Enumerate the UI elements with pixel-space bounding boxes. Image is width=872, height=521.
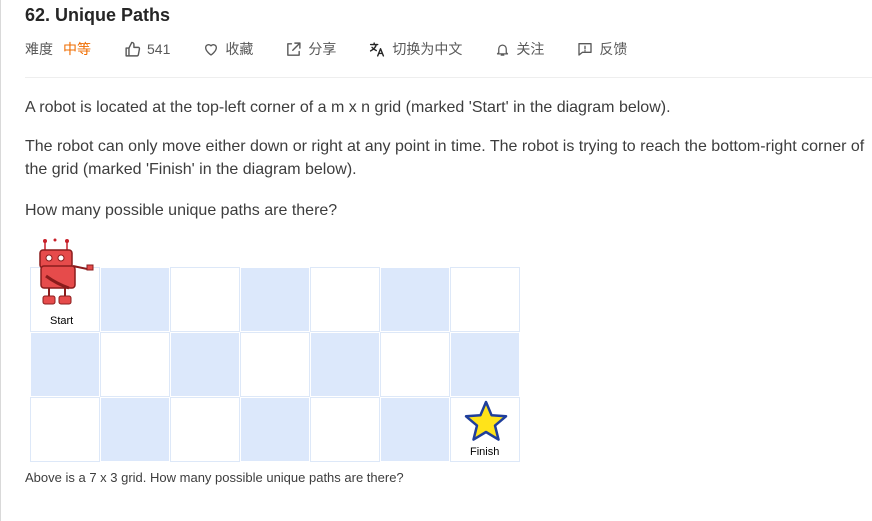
grid-cell <box>30 332 100 397</box>
favorite-label: 收藏 <box>225 41 254 57</box>
problem-title: 62. Unique Paths <box>25 5 171 25</box>
grid-cell <box>310 267 380 332</box>
grid-cell <box>170 332 240 397</box>
header-divider <box>25 77 872 78</box>
follow-button[interactable]: 关注 <box>495 39 544 59</box>
translate-button[interactable]: 切换为中文 <box>368 39 462 59</box>
grid-cell <box>170 267 240 332</box>
difficulty-label: 难度 <box>25 41 53 57</box>
share-label: 分享 <box>308 41 337 57</box>
grid-cell <box>100 332 170 397</box>
description-paragraph-1: A robot is located at the top-left corne… <box>25 99 671 116</box>
grid-cell <box>310 397 380 462</box>
like-button[interactable]: 541 <box>124 41 170 58</box>
difficulty: 难度 中等 <box>25 39 91 59</box>
grid-cell <box>450 267 520 332</box>
feedback-icon <box>577 41 593 57</box>
bell-icon <box>495 42 510 57</box>
grid-cell <box>30 397 100 462</box>
thumbs-up-icon <box>124 41 141 58</box>
feedback-label: 反馈 <box>599 41 628 57</box>
description-paragraph-3: How many possible unique paths are there… <box>25 202 338 219</box>
heart-icon <box>203 41 219 57</box>
robot-icon <box>39 238 94 305</box>
grid-cell <box>380 397 450 462</box>
left-border <box>0 0 1 521</box>
grid-cell <box>380 267 450 332</box>
finish-label: Finish <box>470 446 500 458</box>
grid-cell <box>100 397 170 462</box>
translate-label: 切换为中文 <box>392 41 463 57</box>
share-icon <box>285 41 302 58</box>
grid-cell <box>380 332 450 397</box>
diagram-caption: Above is a 7 x 3 grid. How many possible… <box>25 470 404 485</box>
grid-cell <box>240 267 310 332</box>
description-paragraph-2: The robot can only move either down or r… <box>25 138 865 178</box>
grid-cell <box>170 397 240 462</box>
problem-meta-bar: 难度 中等 541 收藏 分享 切换为中文 关注 反馈 <box>25 38 627 60</box>
grid-cell <box>100 267 170 332</box>
grid-diagram <box>30 267 520 462</box>
grid-cell <box>240 332 310 397</box>
difficulty-value: 中等 <box>63 41 91 57</box>
start-label: Start <box>50 315 74 327</box>
feedback-button[interactable]: 反馈 <box>577 39 627 59</box>
like-count: 541 <box>147 41 171 57</box>
follow-label: 关注 <box>516 41 545 57</box>
translate-icon <box>368 41 386 58</box>
grid-cell <box>310 332 380 397</box>
grid-cell <box>240 397 310 462</box>
share-button[interactable]: 分享 <box>285 39 336 59</box>
star-icon <box>464 400 508 441</box>
favorite-button[interactable]: 收藏 <box>203 39 253 59</box>
grid-cell <box>450 332 520 397</box>
